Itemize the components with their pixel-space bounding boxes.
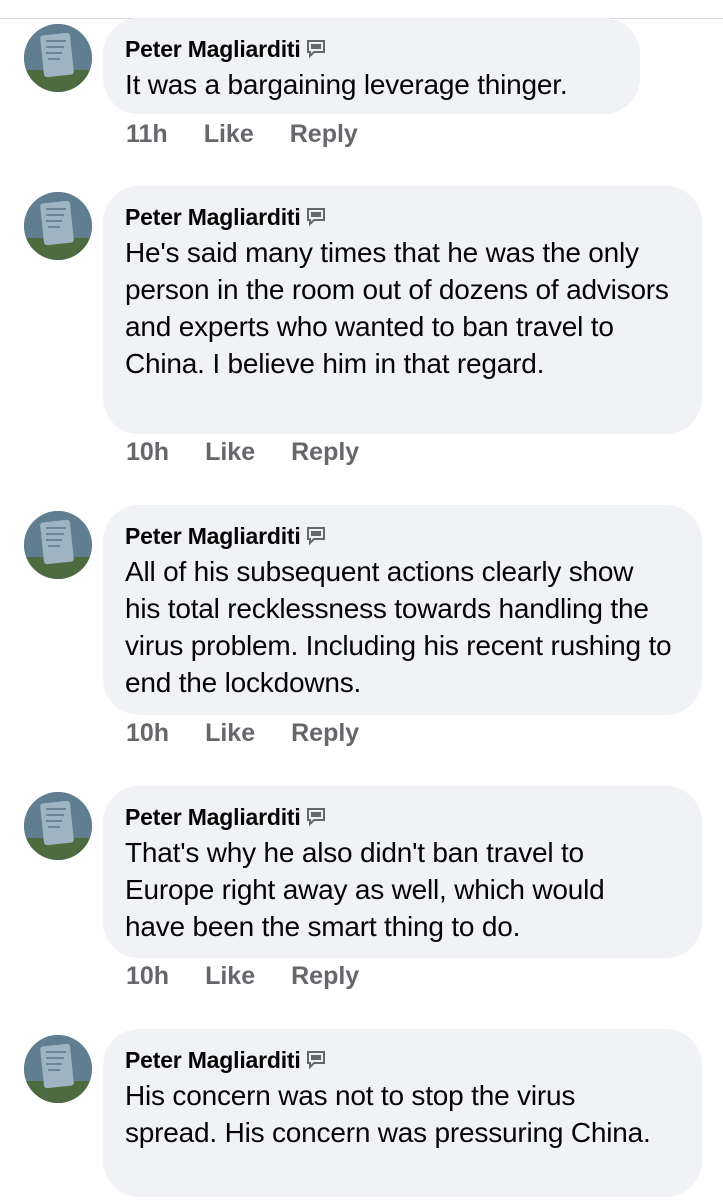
avatar[interactable]	[24, 1035, 92, 1103]
comment-author[interactable]: Peter Magliarditi	[125, 523, 301, 550]
comment-bubble: Peter Magliarditi It was a bargaining le…	[103, 18, 640, 114]
reply-button[interactable]: Reply	[291, 719, 359, 748]
like-button[interactable]: Like	[204, 120, 254, 149]
comment-text: It was a bargaining leverage thinger.	[125, 69, 568, 100]
comment-bubble: Peter Magliarditi He's said many times t…	[103, 186, 702, 434]
reply-button[interactable]: Reply	[291, 962, 359, 991]
comment-actions: 10h Like Reply	[126, 438, 359, 467]
translate-icon	[305, 38, 327, 60]
comment-author[interactable]: Peter Magliarditi	[125, 204, 301, 231]
comment-bubble: Peter Magliarditi That's why he also did…	[103, 786, 702, 958]
reply-button[interactable]: Reply	[291, 438, 359, 467]
comment-author[interactable]: Peter Magliarditi	[125, 36, 301, 63]
comment-bubble: Peter Magliarditi All of his subsequent …	[103, 505, 702, 715]
comment-text: His concern was not to stop the virus sp…	[125, 1080, 651, 1148]
avatar[interactable]	[24, 792, 92, 860]
translate-icon	[305, 206, 327, 228]
comment-author[interactable]: Peter Magliarditi	[125, 804, 301, 831]
comment-actions: 10h Like Reply	[126, 719, 359, 748]
comment-timestamp[interactable]: 10h	[126, 962, 169, 991]
avatar[interactable]	[24, 24, 92, 92]
like-button[interactable]: Like	[205, 719, 255, 748]
like-button[interactable]: Like	[205, 438, 255, 467]
translate-icon	[305, 1049, 327, 1071]
avatar[interactable]	[24, 192, 92, 260]
comment-text: That's why he also didn't ban travel to …	[125, 837, 605, 942]
comment-text: All of his subsequent actions clearly sh…	[125, 556, 672, 698]
comment-text: He's said many times that he was the onl…	[125, 237, 669, 379]
reply-button[interactable]: Reply	[290, 120, 358, 149]
translate-icon	[305, 525, 327, 547]
translate-icon	[305, 806, 327, 828]
comment-bubble: Peter Magliarditi His concern was not to…	[103, 1029, 702, 1197]
comment-timestamp[interactable]: 11h	[126, 120, 168, 149]
comment-timestamp[interactable]: 10h	[126, 719, 169, 748]
comment-actions: 11h Like Reply	[126, 120, 358, 149]
avatar[interactable]	[24, 511, 92, 579]
like-button[interactable]: Like	[205, 962, 255, 991]
comment-timestamp[interactable]: 10h	[126, 438, 169, 467]
comment-author[interactable]: Peter Magliarditi	[125, 1047, 301, 1074]
comment-actions: 10h Like Reply	[126, 962, 359, 991]
